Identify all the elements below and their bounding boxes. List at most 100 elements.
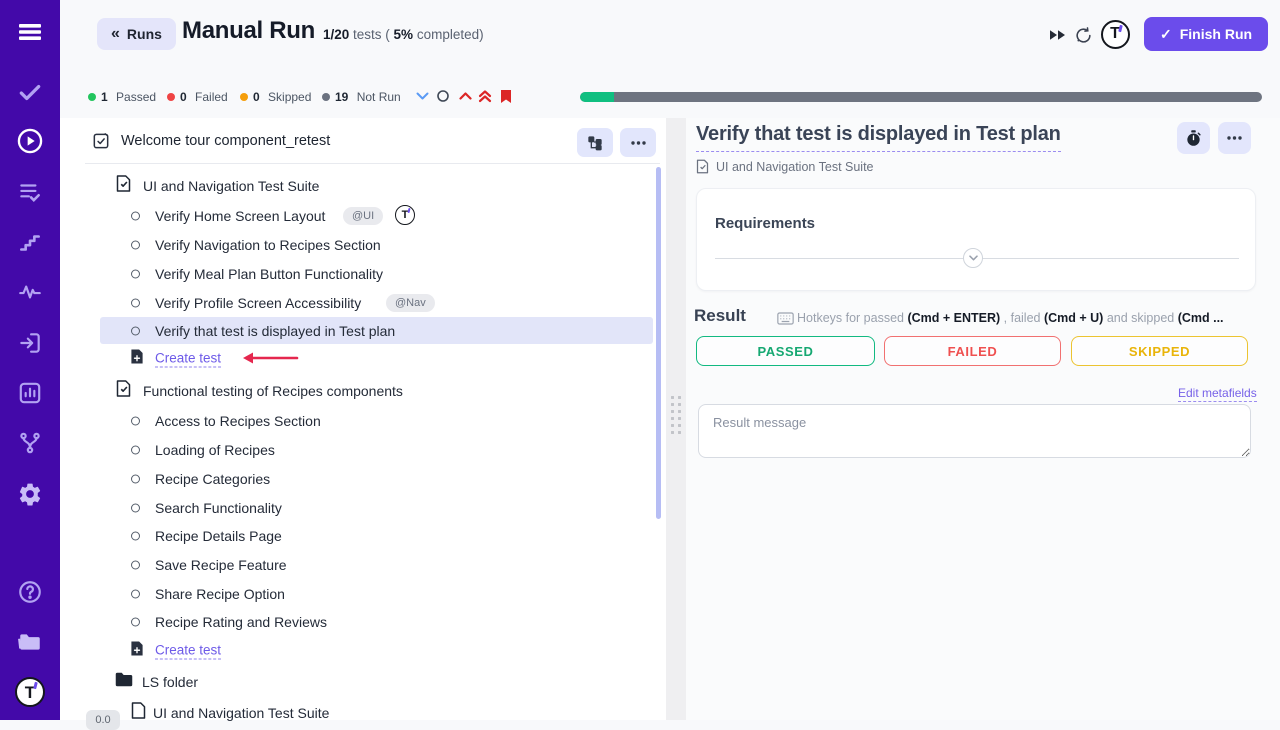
create-test-link: Create test [155, 350, 221, 367]
test-row[interactable]: Verify Navigation to Recipes Section [85, 230, 660, 259]
test-detail-panel: Verify that test is displayed in Test pl… [686, 118, 1280, 720]
finish-run-label: Finish Run [1180, 26, 1252, 42]
folder-row[interactable]: LS folder [85, 667, 660, 696]
test-bullet-icon [131, 560, 140, 569]
run-header: «Runs Manual Run 1/20 tests ( 5% complet… [60, 0, 1280, 68]
percent-badge: 0.0 [86, 710, 120, 730]
test-row[interactable]: Loading of Recipes [85, 435, 660, 464]
tree-scrollbar[interactable] [656, 167, 661, 519]
timer-button[interactable] [1177, 122, 1210, 154]
failed-dot-icon [167, 93, 175, 101]
test-row[interactable]: Save Recipe Feature [85, 550, 660, 579]
pulse-icon[interactable] [0, 274, 60, 310]
skipped-button[interactable]: SKIPPED [1071, 336, 1248, 366]
filter-chevrons-up-icon[interactable] [476, 87, 494, 105]
test-label: Recipe Categories [155, 471, 270, 487]
hotkeys-hint: Hotkeys for passed (Cmd + ENTER) , faile… [797, 311, 1252, 325]
test-label: Search Functionality [155, 500, 282, 516]
test-row[interactable]: Verify Profile Screen Accessibility @Nav [85, 288, 660, 317]
test-label: Save Recipe Feature [155, 557, 287, 573]
app-logo-icon[interactable]: T [0, 674, 60, 710]
test-label: Loading of Recipes [155, 442, 275, 458]
test-bullet-icon [131, 445, 140, 454]
suite-row[interactable]: UI and Navigation Test Suite [85, 171, 660, 200]
skipped-dot-icon [240, 93, 248, 101]
suite-row[interactable]: Functional testing of Recipes components [85, 376, 660, 405]
passed-button[interactable]: PASSED [696, 336, 875, 366]
filter-bookmark-icon[interactable] [497, 87, 515, 105]
test-label: Verify that test is displayed in Test pl… [155, 323, 395, 339]
suite-doc-icon [131, 701, 146, 724]
divider [85, 163, 660, 164]
finish-run-button[interactable]: ✓ Finish Run [1144, 17, 1268, 51]
skipped-count: 0 Skipped [240, 90, 311, 104]
test-row[interactable]: Access to Recipes Section [85, 406, 660, 435]
filter-chevron-down-icon[interactable] [413, 87, 431, 105]
test-row[interactable]: Share Recipe Option [85, 579, 660, 608]
help-icon[interactable] [0, 574, 60, 610]
test-bullet-icon [131, 503, 140, 512]
create-test-row[interactable]: Create test [85, 636, 660, 665]
check-icon: ✓ [1160, 26, 1172, 43]
test-label: Verify Profile Screen Accessibility [155, 295, 361, 311]
suite-doc-icon [696, 159, 709, 174]
steps-icon[interactable] [0, 225, 60, 261]
retry-timer-icon[interactable] [1072, 24, 1094, 46]
edit-metafields-link[interactable]: Edit metafields [1178, 386, 1257, 402]
test-bullet-icon [131, 416, 140, 425]
filter-circle-icon[interactable] [434, 87, 452, 105]
notrun-dot-icon [322, 93, 330, 101]
panel-resizer[interactable] [666, 118, 686, 720]
check-icon[interactable] [0, 74, 60, 110]
test-row[interactable]: Search Functionality [85, 493, 660, 522]
fast-forward-icon[interactable] [1046, 24, 1068, 46]
menu-hamburger-icon[interactable] [0, 14, 60, 50]
progress-fill [580, 92, 614, 102]
tree-title[interactable]: Welcome tour component_retest [121, 133, 330, 149]
back-to-runs-button[interactable]: «Runs [97, 18, 176, 50]
header-logo-icon[interactable]: T [1100, 19, 1130, 49]
chevrons-left-icon: « [111, 25, 120, 43]
failed-button[interactable]: FAILED [884, 336, 1061, 366]
test-label: Access to Recipes Section [155, 413, 321, 429]
tree-view-button[interactable] [577, 128, 613, 157]
test-label: Recipe Rating and Reviews [155, 614, 327, 630]
detail-more-button[interactable] [1218, 122, 1251, 154]
test-row[interactable]: Recipe Rating and Reviews [85, 607, 660, 636]
tree-more-button[interactable] [620, 128, 656, 157]
filter-chevron-up-icon[interactable] [456, 87, 474, 105]
projects-folder-icon[interactable] [0, 624, 60, 660]
run-play-icon[interactable] [0, 123, 60, 159]
suite-row[interactable]: UI and Navigation Test Suite [85, 698, 660, 727]
test-bullet-icon [131, 269, 140, 278]
test-label: Verify Home Screen Layout [155, 208, 325, 224]
settings-gear-icon[interactable] [0, 476, 60, 512]
branches-icon[interactable] [0, 425, 60, 461]
detail-suite-breadcrumb[interactable]: UI and Navigation Test Suite [696, 159, 874, 174]
run-progress-bar [580, 92, 1262, 102]
requirements-title: Requirements [715, 215, 815, 232]
test-row[interactable]: Recipe Categories [85, 464, 660, 493]
import-icon[interactable] [0, 325, 60, 361]
test-bullet-icon [131, 531, 140, 540]
failed-count: 0 Failed [167, 90, 228, 104]
test-row[interactable]: Verify Home Screen Layout @UI T [85, 201, 660, 230]
create-test-icon [130, 640, 144, 662]
create-test-row[interactable]: Create test [85, 344, 660, 373]
test-row[interactable]: Verify Meal Plan Button Functionality [85, 259, 660, 288]
analytics-icon[interactable] [0, 375, 60, 411]
test-plans-icon[interactable] [0, 174, 60, 210]
requirements-toggle-chevron-icon[interactable] [963, 248, 983, 268]
test-row[interactable]: Recipe Details Page [85, 521, 660, 550]
notrun-count: 19 Not Run [322, 90, 401, 104]
test-row-selected[interactable]: Verify that test is displayed in Test pl… [85, 316, 660, 345]
test-label: Recipe Details Page [155, 528, 282, 544]
create-test-link: Create test [155, 642, 221, 659]
run-progress-summary: 1/20 tests ( 5% completed) [323, 27, 484, 42]
result-message-input[interactable] [698, 404, 1251, 458]
test-title[interactable]: Verify that test is displayed in Test pl… [696, 123, 1061, 152]
test-bullet-icon [131, 617, 140, 626]
test-label: Verify Meal Plan Button Functionality [155, 266, 383, 282]
run-title: Manual Run [182, 17, 315, 45]
test-tree-panel: Welcome tour component_retest UI and Nav… [60, 118, 666, 720]
